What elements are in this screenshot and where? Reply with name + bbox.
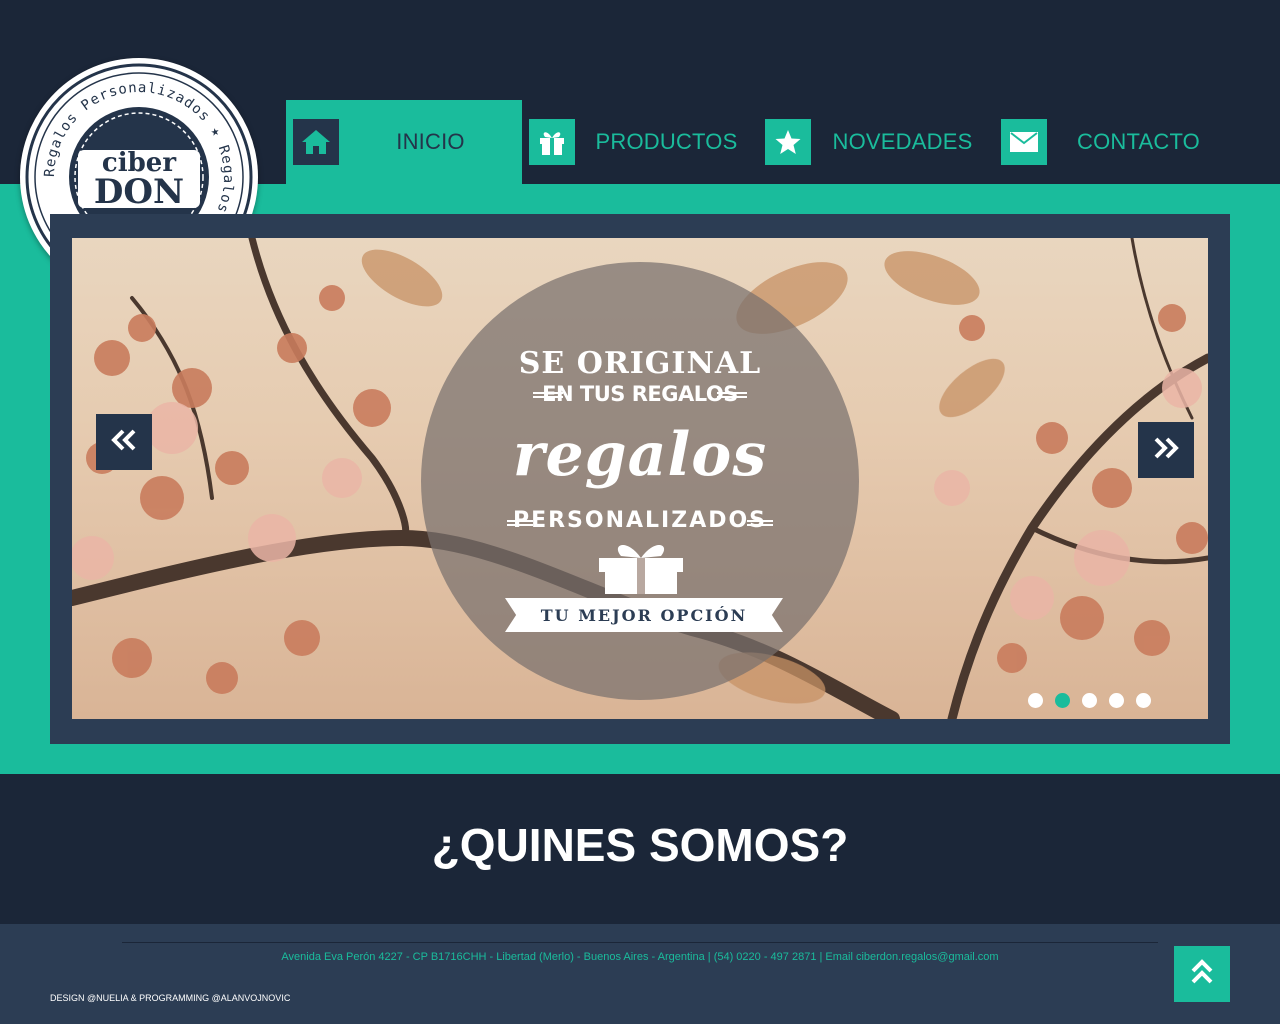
star-icon bbox=[765, 119, 811, 165]
gift-icon bbox=[529, 119, 575, 165]
slider-dot-4[interactable] bbox=[1109, 693, 1124, 708]
slider-pagination bbox=[1028, 693, 1151, 708]
nav-label-productos: PRODUCTOS bbox=[595, 129, 738, 154]
footer-address: Avenida Eva Perón 4227 - CP B1716CHH - L… bbox=[281, 951, 999, 963]
slider-dot-5[interactable] bbox=[1136, 693, 1151, 708]
main-nav: INICIO PRODUCTOS NOVEDADES CONTACTO bbox=[286, 100, 1230, 184]
nav-item-productos[interactable]: PRODUCTOS bbox=[522, 100, 758, 184]
footer-divider bbox=[122, 942, 1158, 943]
nav-label-inicio: INICIO bbox=[396, 129, 465, 154]
back-to-top-button[interactable] bbox=[1174, 946, 1230, 1002]
footer-credits: DESIGN @NUELIA & PROGRAMMING @ALANVOJNOV… bbox=[50, 993, 291, 1003]
slider-dot-2[interactable] bbox=[1055, 693, 1070, 708]
slide-line-regalos: regalos bbox=[512, 420, 768, 490]
slide-badge: SE ORIGINAL EN TUS REGALOS regalos PERSO… bbox=[421, 262, 859, 700]
nav-item-novedades[interactable]: NOVEDADES bbox=[758, 100, 994, 184]
about-title: ¿QUINES SOMOS? bbox=[431, 819, 849, 871]
slider-dot-3[interactable] bbox=[1082, 693, 1097, 708]
footer: Avenida Eva Perón 4227 - CP B1716CHH - L… bbox=[0, 924, 1280, 1024]
nav-label-contacto: CONTACTO bbox=[1076, 129, 1200, 154]
slider-prev-button[interactable] bbox=[96, 414, 152, 470]
envelope-icon bbox=[1001, 119, 1047, 165]
logo-word-don: DON bbox=[94, 172, 184, 212]
slider-next-button[interactable] bbox=[1138, 422, 1194, 478]
slide-line-en-tus-regalos: EN TUS REGALOS bbox=[542, 382, 738, 406]
slide-ribbon: TU MEJOR OPCIÓN bbox=[505, 598, 783, 632]
nav-label-novedades: NOVEDADES bbox=[832, 129, 973, 154]
nav-item-contacto[interactable]: CONTACTO bbox=[994, 100, 1230, 184]
slider-dot-1[interactable] bbox=[1028, 693, 1043, 708]
slide-line-se-original: SE ORIGINAL bbox=[518, 346, 762, 381]
slide-line-personalizados: PERSONALIZADOS bbox=[512, 508, 768, 533]
nav-item-inicio[interactable]: INICIO bbox=[286, 100, 522, 184]
double-chevron-left-icon bbox=[111, 428, 137, 456]
home-icon bbox=[293, 119, 339, 165]
double-chevron-up-icon bbox=[1190, 959, 1214, 989]
gift-box-icon bbox=[599, 544, 683, 594]
double-chevron-right-icon bbox=[1153, 436, 1179, 464]
